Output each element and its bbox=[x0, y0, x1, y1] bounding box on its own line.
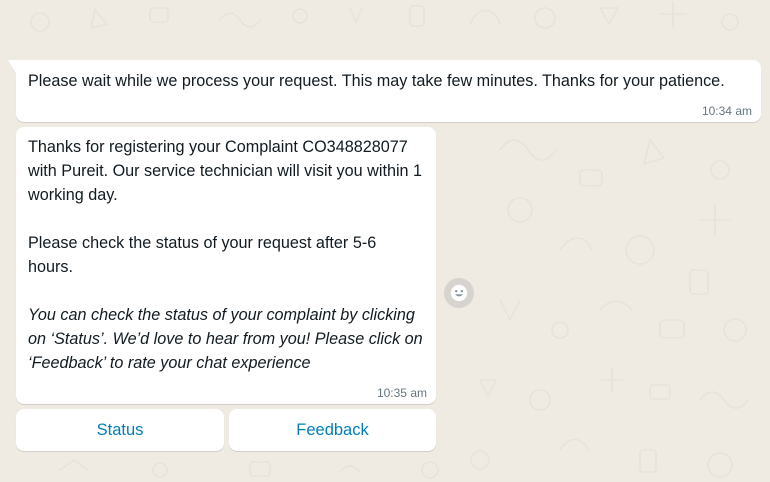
message-bubble-wait: Please wait while we process your reques… bbox=[8, 60, 761, 122]
bubble-tail bbox=[8, 60, 16, 73]
message-timestamp: 10:35 am bbox=[376, 386, 427, 400]
status-button[interactable]: Status bbox=[16, 409, 224, 451]
message-paragraph-status-note: Please check the status of your request … bbox=[28, 234, 377, 276]
react-smiley-button[interactable] bbox=[444, 278, 474, 308]
smiley-icon bbox=[450, 284, 468, 302]
message-paragraph-feedback-note: You can check the status of your complai… bbox=[28, 306, 423, 372]
message-paragraph-registration: Thanks for registering your Complaint CO… bbox=[28, 138, 423, 204]
message-bubble-complaint: Thanks for registering your Complaint CO… bbox=[16, 127, 436, 404]
message-timestamp: 10:34 am bbox=[701, 104, 752, 118]
message-text: Please wait while we process your reques… bbox=[28, 72, 725, 90]
feedback-button[interactable]: Feedback bbox=[229, 409, 436, 451]
